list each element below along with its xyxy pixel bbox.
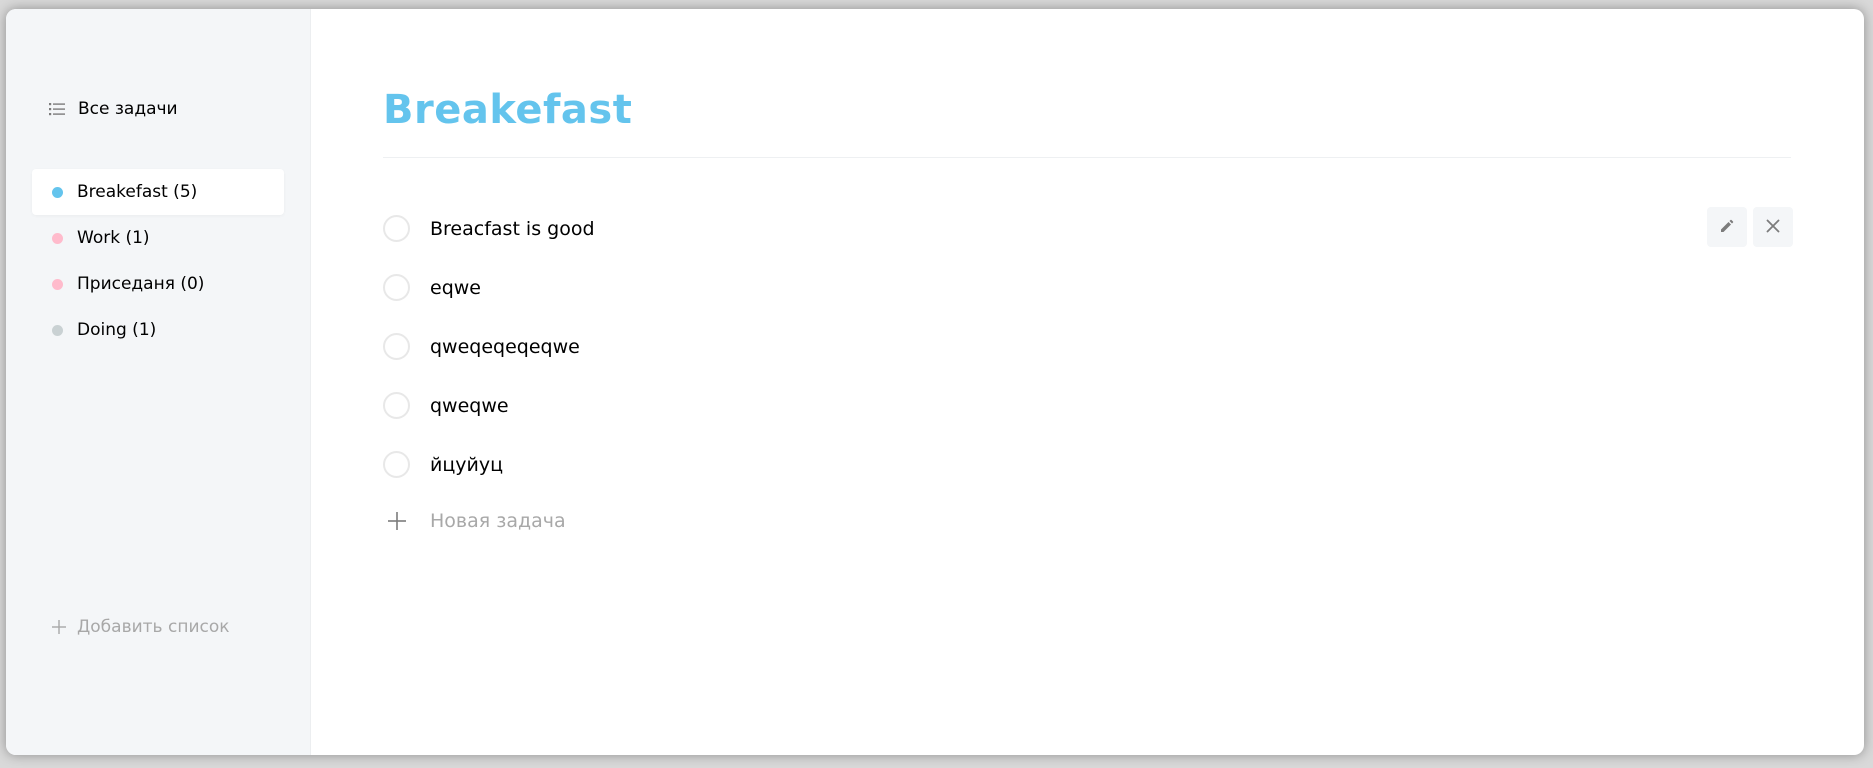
add-list-label: Добавить список: [77, 617, 230, 637]
task-checkbox[interactable]: [383, 451, 410, 478]
edit-task-button[interactable]: [1707, 207, 1747, 247]
task-checkbox[interactable]: [383, 333, 410, 360]
sidebar-item-prisedanya[interactable]: Приседаня (0): [32, 261, 284, 307]
new-task-button[interactable]: Новая задача: [383, 494, 1793, 548]
sidebar-item-breakefast[interactable]: Breakefast (5): [32, 169, 284, 215]
lists-nav: Breakefast (5) Work (1) Приседаня (0) Do…: [32, 169, 284, 353]
sidebar-item-label: Doing (1): [77, 320, 157, 340]
plus-icon: [51, 619, 67, 635]
task-list: Breacfast is good eqwe qweqeqeqeqwe qweq…: [383, 199, 1793, 548]
task-text: Breacfast is good: [430, 217, 595, 240]
list-color-dot: [52, 186, 63, 198]
sidebar-item-label: Work (1): [77, 228, 150, 248]
all-tasks-label: Все задачи: [78, 99, 178, 119]
task-checkbox[interactable]: [383, 274, 410, 301]
main-content: Breakefast Breacfast is good eqwe qweqeq…: [311, 9, 1864, 755]
sidebar-item-doing[interactable]: Doing (1): [32, 307, 284, 353]
task-checkbox[interactable]: [383, 215, 410, 242]
task-row: Breacfast is good: [383, 199, 1793, 258]
sidebar-item-label: Breakefast (5): [77, 182, 198, 202]
task-row: qweqeqeqeqwe: [383, 317, 1793, 376]
list-color-dot: [52, 278, 63, 290]
sidebar-item-work[interactable]: Work (1): [32, 215, 284, 261]
pencil-icon: [1720, 218, 1734, 237]
sidebar-item-label: Приседаня (0): [77, 274, 205, 294]
title-divider: [383, 157, 1791, 158]
all-tasks-link[interactable]: Все задачи: [48, 97, 178, 121]
task-text: eqwe: [430, 276, 481, 299]
task-text: qweqeqeqeqwe: [430, 335, 580, 358]
list-icon: [48, 101, 66, 117]
task-row: eqwe: [383, 258, 1793, 317]
new-task-label: Новая задача: [430, 510, 566, 532]
close-icon: [1766, 218, 1780, 237]
task-row: йцуйуц: [383, 435, 1793, 494]
task-actions: [1707, 207, 1793, 247]
plus-icon: [383, 508, 410, 535]
list-title[interactable]: Breakefast: [383, 87, 632, 133]
app-window: Все задачи Breakefast (5) Work (1) Присе…: [6, 9, 1864, 755]
task-text: йцуйуц: [430, 453, 504, 476]
task-text: qweqwe: [430, 394, 509, 417]
list-color-dot: [52, 324, 63, 336]
delete-task-button[interactable]: [1753, 207, 1793, 247]
sidebar: Все задачи Breakefast (5) Work (1) Присе…: [6, 9, 311, 755]
task-row: qweqwe: [383, 376, 1793, 435]
task-checkbox[interactable]: [383, 392, 410, 419]
add-list-button[interactable]: Добавить список: [51, 617, 230, 637]
list-color-dot: [52, 232, 63, 244]
